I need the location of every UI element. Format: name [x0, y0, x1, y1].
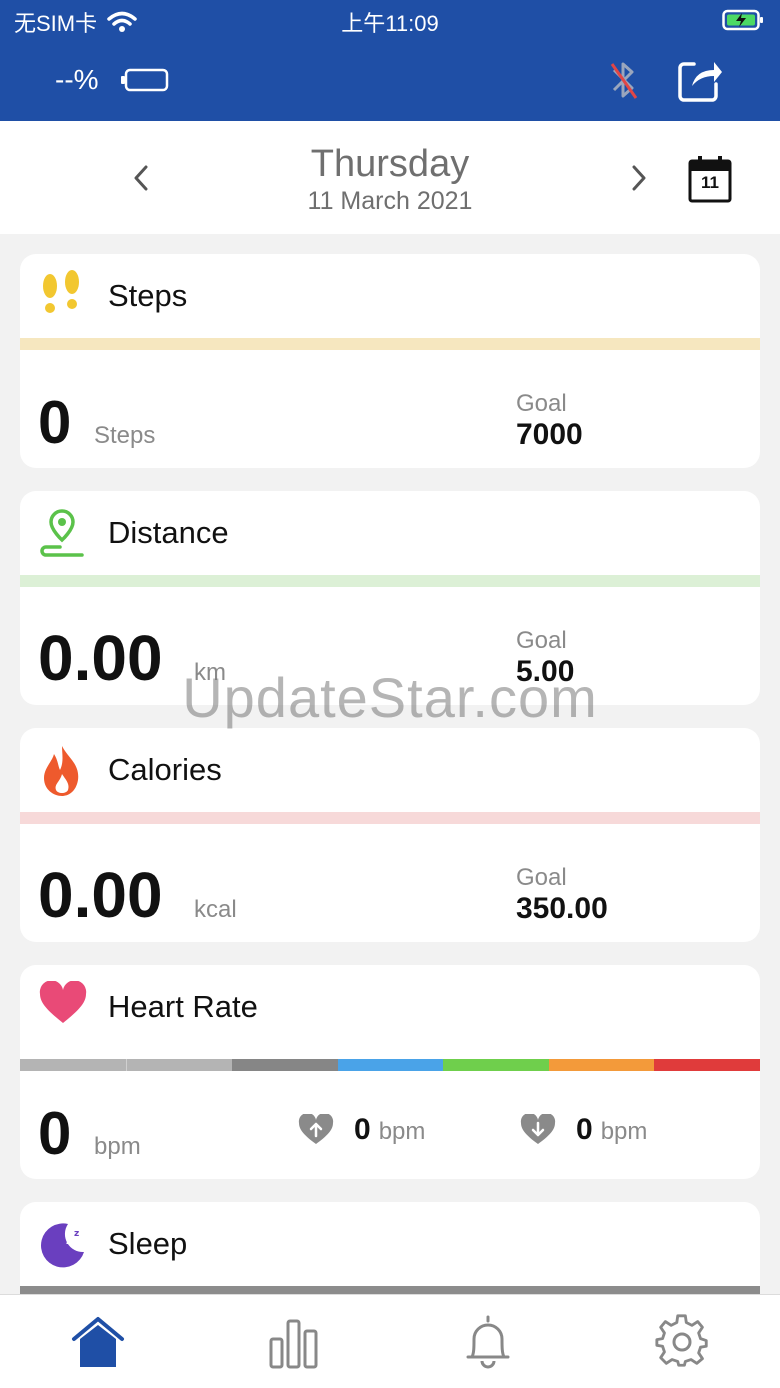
calories-title: Calories: [108, 752, 222, 787]
date-full: 11 March 2021: [307, 187, 473, 215]
next-day-button[interactable]: [626, 165, 650, 196]
heart-rate-min-unit: bpm: [600, 1118, 648, 1145]
heart-icon: [38, 980, 88, 1032]
heart-rate-zone-segment: [443, 1059, 549, 1071]
device-battery-icon: [722, 9, 763, 31]
distance-card[interactable]: Distance 0.00 km Goal 5.00: [20, 491, 760, 705]
moon-icon: z z: [38, 1218, 88, 1273]
status-time: 上午11:09: [341, 11, 439, 36]
heart-rate-zone-segment: [548, 1059, 655, 1071]
heart-up-icon: [298, 1114, 334, 1144]
heart-rate-min: 0 bpm: [520, 1113, 647, 1147]
distance-goal-label: Goal: [516, 627, 567, 654]
home-icon: [72, 1317, 124, 1367]
app-header: 无SIM卡 上午11:09 --%: [0, 0, 780, 121]
heart-rate-zone-segment: [232, 1059, 338, 1071]
bell-icon: [466, 1315, 510, 1369]
heart-rate-title: Heart Rate: [108, 989, 258, 1024]
distance-accent-band: [20, 575, 760, 587]
bottom-tab-bar: [0, 1294, 780, 1388]
distance-goal-value: 5.00: [516, 655, 575, 688]
heart-rate-zone-band: [20, 1059, 760, 1071]
calories-card[interactable]: Calories 0.00 kcal Goal 350.00: [20, 728, 760, 942]
tab-settings[interactable]: [654, 1313, 710, 1374]
calendar-button[interactable]: 11: [688, 155, 732, 208]
distance-title: Distance: [108, 515, 229, 550]
tab-notifications[interactable]: [460, 1313, 516, 1374]
svg-text:z: z: [74, 1229, 79, 1239]
battery-percent: --%: [55, 64, 99, 95]
svg-text:z: z: [66, 1234, 72, 1247]
calendar-day: 11: [701, 173, 719, 192]
heart-rate-zone-segment: [337, 1059, 444, 1071]
heart-rate-zone-segment: [20, 1059, 127, 1071]
heart-rate-min-value: 0: [576, 1113, 593, 1146]
heart-rate-max: 0 bpm: [298, 1113, 425, 1147]
distance-value: 0.00: [38, 622, 163, 694]
steps-accent-band: [20, 338, 760, 350]
calories-unit: kcal: [194, 896, 237, 923]
steps-unit: Steps: [94, 422, 156, 449]
calories-value: 0.00: [38, 859, 163, 931]
steps-goal-value: 7000: [516, 418, 583, 451]
steps-title: Steps: [108, 278, 188, 313]
chevron-right-icon: [632, 165, 646, 191]
heart-rate-unit: bpm: [94, 1133, 141, 1160]
tab-statistics[interactable]: [266, 1313, 322, 1374]
heart-rate-zone-segment: [654, 1059, 760, 1071]
date-weekday: Thursday: [310, 143, 470, 185]
battery-icon: [120, 68, 168, 92]
steps-card[interactable]: Steps 0 Steps Goal 7000: [20, 254, 760, 468]
heart-rate-card[interactable]: Heart Rate 0 bpm 0 bpm 0 bpm: [20, 965, 760, 1179]
heart-rate-value: 0: [38, 1100, 72, 1167]
bluetooth-off-icon[interactable]: [604, 56, 644, 109]
heart-rate-max-unit: bpm: [378, 1118, 426, 1145]
date-navigator: Thursday 11 March 2021 11: [0, 121, 780, 234]
watch-battery: --%: [55, 64, 169, 96]
sleep-title: Sleep: [108, 1226, 188, 1261]
distance-unit: km: [194, 659, 226, 686]
calories-goal-label: Goal: [516, 864, 567, 891]
calories-goal-value: 350.00: [516, 892, 608, 925]
steps-value: 0: [38, 389, 72, 456]
tab-home[interactable]: [70, 1313, 126, 1374]
heart-down-icon: [520, 1114, 556, 1144]
footprints-icon: [38, 270, 86, 327]
location-route-icon: [38, 507, 88, 564]
flame-icon: [38, 744, 86, 803]
heart-rate-zone-segment: [126, 1059, 233, 1071]
settings-icon: [655, 1314, 708, 1367]
share-icon[interactable]: [676, 56, 724, 109]
heart-rate-max-value: 0: [354, 1113, 371, 1146]
steps-goal-label: Goal: [516, 390, 567, 417]
stats-icon: [269, 1319, 318, 1369]
calories-accent-band: [20, 812, 760, 824]
